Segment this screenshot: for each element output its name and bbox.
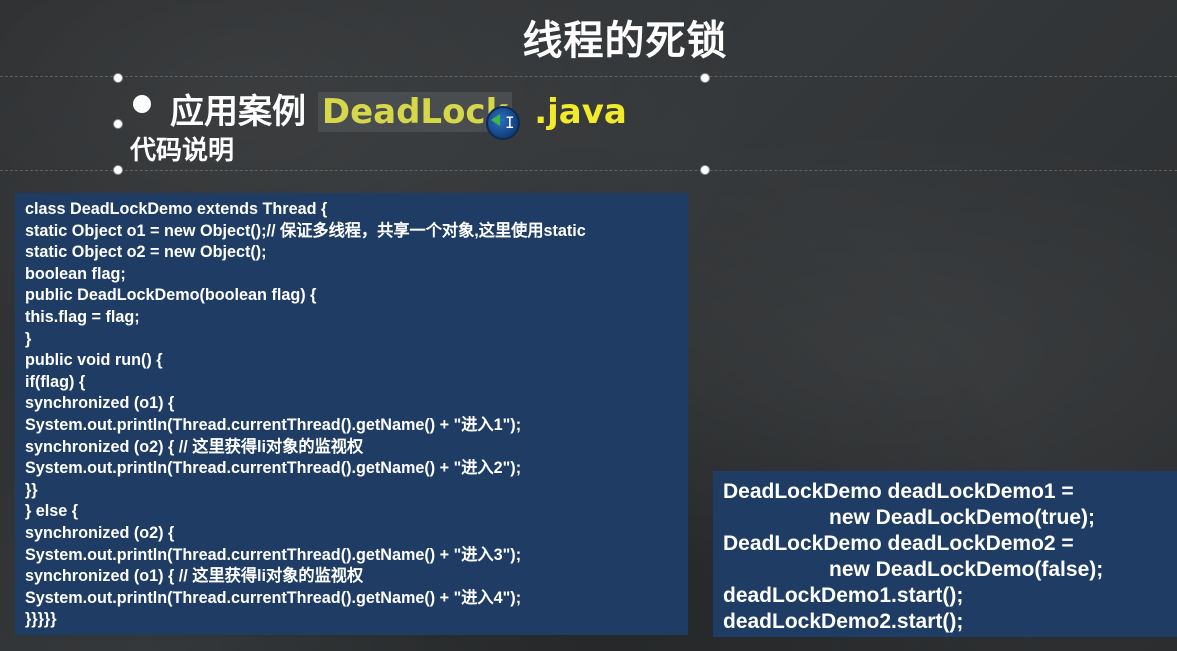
subheading[interactable]: 代码说明 <box>130 130 234 167</box>
usage-line: DeadLockDemo deadLockDemo2 = <box>723 532 1074 555</box>
code-line: static Object o2 = new Object(); <box>25 243 267 262</box>
code-line: public void run() { <box>25 351 163 370</box>
usage-line: DeadLockDemo deadLockDemo1 = <box>723 480 1074 503</box>
code-line: boolean flag; <box>25 264 126 283</box>
code-line: System.out.println(Thread.currentThread(… <box>25 588 522 607</box>
usage-block[interactable]: DeadLockDemo deadLockDemo1 = new DeadLoc… <box>713 471 1177 637</box>
code-line: if(flag) { <box>25 372 86 391</box>
resize-handle-top-left[interactable] <box>113 73 123 83</box>
code-line: synchronized (o1) { <box>25 394 175 413</box>
divider-line-bottom <box>0 170 1177 171</box>
usage-line: new DeadLockDemo(true); <box>829 506 1096 529</box>
code-line: System.out.println(Thread.currentThread(… <box>25 415 522 434</box>
code-line: synchronized (o2) { <box>25 523 175 542</box>
code-line: }} <box>25 480 38 499</box>
code-line: this.flag = flag; <box>25 307 140 326</box>
cursor-arrow-icon <box>491 114 500 126</box>
code-line: synchronized (o1) { // 这里获得li对象的监视权 <box>25 567 364 586</box>
code-line: } <box>25 329 32 348</box>
resize-handle-bottom-left[interactable] <box>113 165 123 175</box>
heading-prefix: 应用案例 <box>170 92 306 132</box>
divider-line-top <box>0 76 1177 77</box>
code-line: } else { <box>25 502 79 521</box>
heading-suffix: .java <box>534 92 627 132</box>
code-block[interactable]: class DeadLockDemo extends Thread { stat… <box>15 193 688 635</box>
slide-title: 线程的死锁 <box>522 18 728 64</box>
resize-handle-middle-left[interactable] <box>113 119 123 129</box>
code-line: public DeadLockDemo(boolean flag) { <box>25 286 317 305</box>
bullet-icon <box>133 95 151 113</box>
text-cursor-icon: I <box>486 106 520 140</box>
resize-handle-bottom-right[interactable] <box>700 165 710 175</box>
usage-line: deadLockDemo2.start(); <box>723 610 964 633</box>
code-line: System.out.println(Thread.currentThread(… <box>25 545 522 564</box>
code-line: synchronized (o2) { // 这里获得li对象的监视权 <box>25 437 364 456</box>
case-heading[interactable]: 应用案例 DeadLock .java <box>170 84 627 132</box>
usage-line: deadLockDemo1.start(); <box>723 584 964 607</box>
code-line: }}}}} <box>25 610 57 629</box>
usage-line: new DeadLockDemo(false); <box>829 558 1104 581</box>
code-line: class DeadLockDemo extends Thread { <box>25 200 328 218</box>
code-line: static Object o1 = new Object();// 保证多线程… <box>25 221 586 240</box>
heading-highlight[interactable]: DeadLock <box>317 92 513 132</box>
resize-handle-top-right[interactable] <box>700 73 710 83</box>
code-line: System.out.println(Thread.currentThread(… <box>25 459 522 478</box>
ibeam-icon: I <box>505 113 515 132</box>
